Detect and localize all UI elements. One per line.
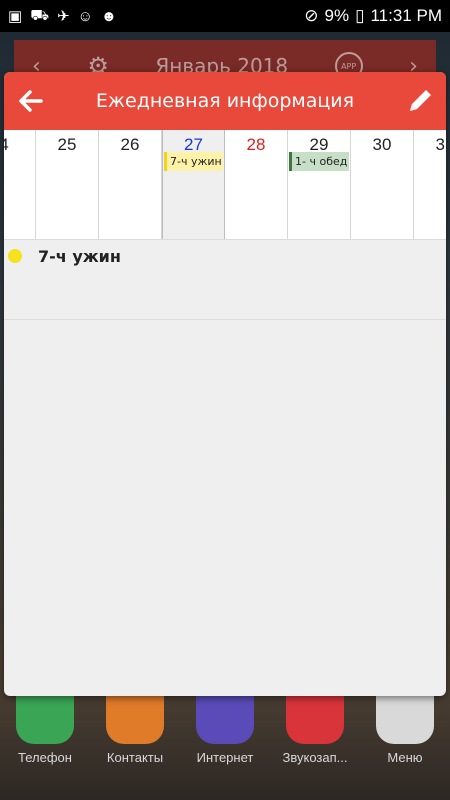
day-cell[interactable]: 29 1- ч обед bbox=[288, 130, 351, 239]
dialog-title: Ежедневная информация bbox=[95, 90, 355, 112]
app-icon bbox=[196, 694, 254, 744]
event-chip[interactable]: 7-ч ужин bbox=[164, 152, 223, 171]
back-arrow-icon[interactable] bbox=[14, 85, 46, 117]
app-icon bbox=[376, 694, 434, 744]
dock-app-label: Интернет bbox=[196, 750, 254, 765]
status-bar: ▣ ⛟ ✈ ☺ ☻ ⊘ 9% ▯ 11:31 PM bbox=[0, 0, 450, 32]
day-cell[interactable]: 26 bbox=[99, 130, 162, 239]
do-not-disturb-icon: ⊘ bbox=[304, 6, 319, 25]
day-cell[interactable]: 30 bbox=[351, 130, 414, 239]
battery-percent: 9% bbox=[324, 6, 350, 25]
emoji-face-icon: ☺ bbox=[77, 7, 93, 25]
day-number: 31 bbox=[435, 135, 446, 154]
battery-icon: ▯ bbox=[355, 6, 365, 25]
day-cell[interactable]: 4 bbox=[4, 130, 36, 239]
dock-app-label: Контакты bbox=[106, 750, 164, 765]
day-number: 28 bbox=[246, 135, 266, 154]
event-list: 7-ч ужин bbox=[4, 240, 446, 320]
edit-pencil-icon[interactable] bbox=[404, 85, 436, 117]
dock-app-1[interactable]: Контакты bbox=[92, 694, 178, 765]
day-number: 25 bbox=[57, 135, 77, 154]
dialog-header: Ежедневная информация bbox=[4, 72, 446, 130]
dock-app-0[interactable]: Телефон bbox=[2, 694, 88, 765]
dock-app-4[interactable]: Меню bbox=[362, 694, 448, 765]
dock-app-label: Меню bbox=[387, 750, 423, 765]
truck-icon: ⛟ bbox=[30, 6, 50, 24]
daily-info-dialog: Ежедневная информация 4 25 26 277-ч ужин 28 2… bbox=[4, 72, 446, 696]
dock-app-3[interactable]: Звукозап... bbox=[272, 694, 358, 765]
clock-time: 11:31 PM bbox=[370, 6, 442, 25]
gallery-icon: ▣ bbox=[8, 8, 23, 25]
day-number: 4 bbox=[4, 130, 35, 155]
event-chip[interactable]: 1- ч обед bbox=[289, 152, 349, 171]
day-number: 30 bbox=[372, 135, 392, 154]
app-icon bbox=[16, 694, 74, 744]
week-strip: 4 25 26 277-ч ужин 28 291- ч обед 30 31 bbox=[4, 130, 446, 240]
baby-face-icon: ☻ bbox=[100, 7, 117, 25]
event-label: 7-ч ужин bbox=[38, 247, 121, 266]
dock-app-label: Телефон bbox=[18, 750, 72, 765]
day-number: 26 bbox=[120, 135, 140, 154]
home-dock: Телефон Контакты Интернет Звукозап... Меню bbox=[0, 690, 450, 800]
airplane-icon: ✈ bbox=[57, 8, 70, 25]
dock-app-2[interactable]: Интернет bbox=[182, 694, 268, 765]
event-list-item[interactable]: 7-ч ужин bbox=[4, 240, 446, 320]
app-icon bbox=[106, 694, 164, 744]
day-cell[interactable]: 31 bbox=[414, 130, 446, 239]
day-cell[interactable]: 28 bbox=[225, 130, 288, 239]
day-cell[interactable]: 25 bbox=[36, 130, 99, 239]
dock-app-label: Звукозап... bbox=[282, 750, 348, 765]
app-icon bbox=[286, 694, 344, 744]
event-color-dot bbox=[8, 249, 22, 263]
day-cell[interactable]: 27 7-ч ужин bbox=[162, 130, 225, 239]
